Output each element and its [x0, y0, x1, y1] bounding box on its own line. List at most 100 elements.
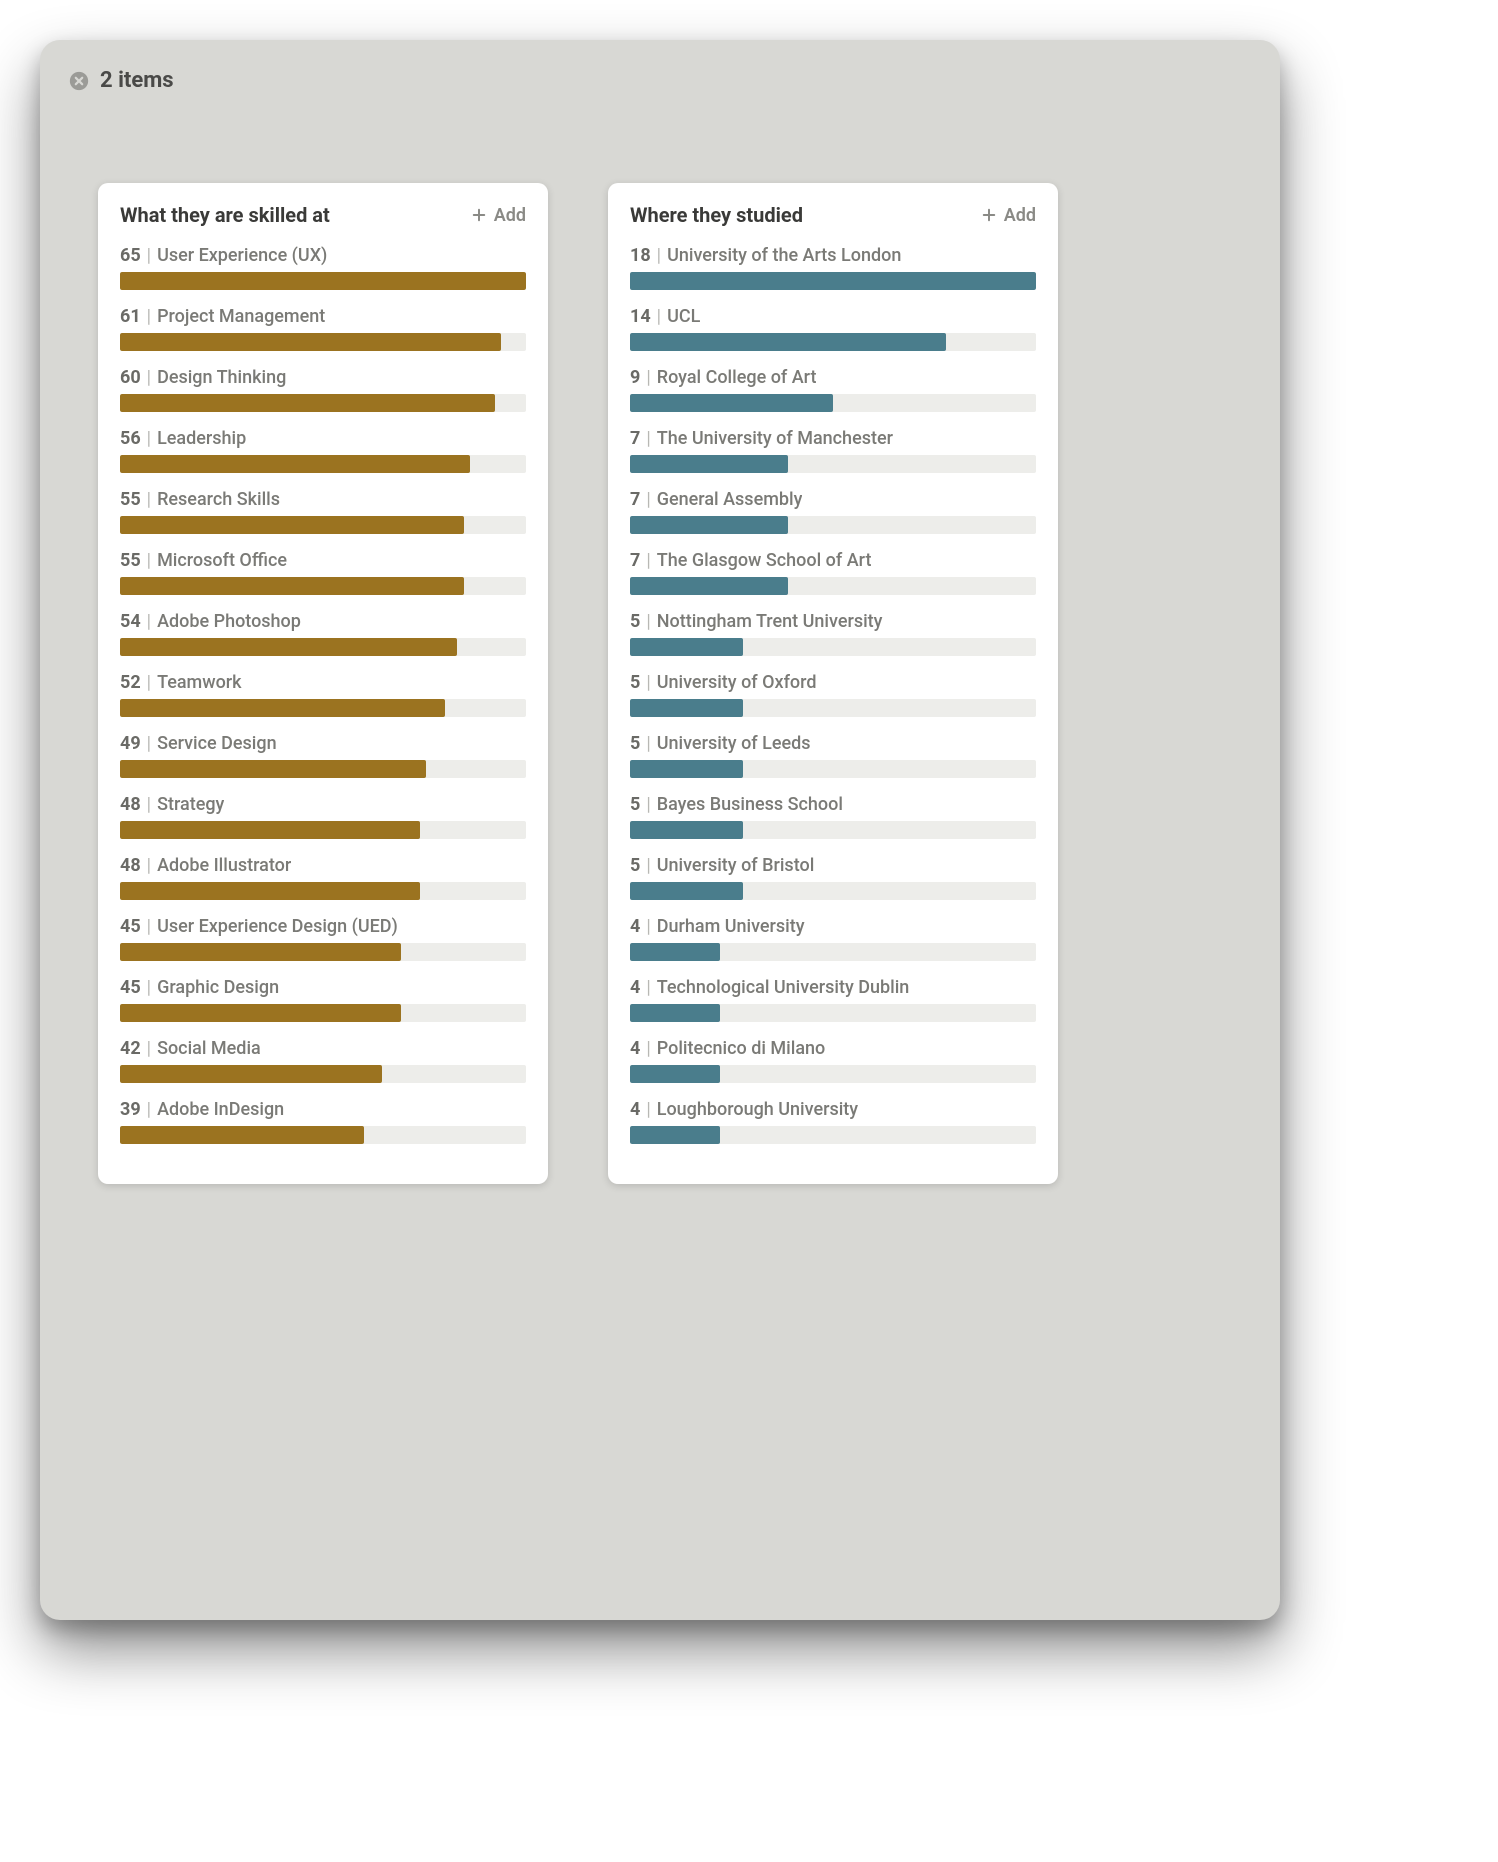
bar-item[interactable]: 9|Royal College of Art — [630, 367, 1036, 412]
bar-label: The University of Manchester — [657, 428, 893, 449]
bar-item[interactable]: 45|Graphic Design — [120, 977, 526, 1022]
bar-track — [120, 943, 526, 961]
bar-separator: | — [646, 977, 650, 998]
bar-fill — [630, 699, 743, 717]
bar-item[interactable]: 60|Design Thinking — [120, 367, 526, 412]
bar-item[interactable]: 5|University of Oxford — [630, 672, 1036, 717]
bar-fill — [630, 1126, 720, 1144]
bar-label: Microsoft Office — [157, 550, 287, 571]
bar-item[interactable]: 55|Research Skills — [120, 489, 526, 534]
bar-label: University of Oxford — [657, 672, 817, 693]
bar-value: 18 — [630, 245, 651, 266]
bar-label: Service Design — [157, 733, 277, 754]
bar-value: 4 — [630, 1038, 640, 1059]
bar-value: 7 — [630, 550, 640, 571]
bar-item[interactable]: 4 | Politecnico di Milano — [630, 1038, 1036, 1083]
add-button[interactable]: Add — [980, 205, 1036, 226]
bar-label: Adobe Photoshop — [157, 611, 301, 632]
bar-item[interactable]: 52|Teamwork — [120, 672, 526, 717]
bar-track — [120, 1126, 526, 1144]
plus-icon — [980, 206, 998, 224]
bar-track — [120, 333, 526, 351]
bar-item[interactable]: 45|User Experience Design (UED) — [120, 916, 526, 961]
bar-separator: | — [147, 916, 151, 937]
bar-item[interactable]: 55|Microsoft Office — [120, 550, 526, 595]
bar-value: 65 — [120, 245, 141, 266]
bar-value: 45 — [120, 977, 141, 998]
bar-value: 45 — [120, 916, 141, 937]
bar-fill — [120, 577, 464, 595]
bar-label: Durham University — [657, 916, 805, 937]
bar-track — [630, 760, 1036, 778]
bar-label: Politecnico di Milano — [657, 1038, 826, 1059]
bar-label: Bayes Business School — [657, 794, 843, 815]
bar-label-row: 48|Adobe Illustrator — [120, 855, 526, 876]
bar-value: 55 — [120, 550, 141, 571]
bar-value: 5 — [630, 794, 640, 815]
cards-row: What they are skilled atAdd65|User Exper… — [68, 183, 1252, 1184]
bar-value: 56 — [120, 428, 141, 449]
bar-separator: | — [646, 672, 650, 693]
bar-separator: | — [646, 1038, 650, 1059]
add-button[interactable]: Add — [470, 205, 526, 226]
panel: 2 items What they are skilled atAdd65|Us… — [40, 40, 1280, 1620]
card-header: Where they studied Add — [630, 203, 1036, 227]
bar-label: UCL — [667, 306, 700, 327]
bar-value: 60 — [120, 367, 141, 388]
bar-fill — [120, 821, 420, 839]
card-title: Where they studied — [630, 203, 803, 227]
bar-item[interactable]: 4|Loughborough University — [630, 1099, 1036, 1144]
bar-label: Project Management — [157, 306, 325, 327]
bar-fill — [630, 638, 743, 656]
bar-value: 4 — [630, 1099, 640, 1120]
bar-item[interactable]: 48|Adobe Illustrator — [120, 855, 526, 900]
bar-value: 7 — [630, 489, 640, 510]
bar-separator: | — [147, 306, 151, 327]
bar-fill — [120, 1004, 401, 1022]
bar-item[interactable]: 61|Project Management — [120, 306, 526, 351]
bar-item[interactable]: 7|The University of Manchester — [630, 428, 1036, 473]
bar-separator: | — [147, 489, 151, 510]
bar-separator: | — [147, 428, 151, 449]
bar-item[interactable]: 4|Technological University Dublin — [630, 977, 1036, 1022]
bar-track — [120, 699, 526, 717]
bar-track — [120, 516, 526, 534]
bar-item[interactable]: 48|Strategy — [120, 794, 526, 839]
bar-label: The Glasgow School of Art — [657, 550, 872, 571]
bar-item[interactable]: 14|UCL — [630, 306, 1036, 351]
bar-item[interactable]: 5|Bayes Business School — [630, 794, 1036, 839]
bar-separator: | — [646, 916, 650, 937]
bar-label-row: 60|Design Thinking — [120, 367, 526, 388]
bar-fill — [120, 272, 526, 290]
bar-item[interactable]: 7|The Glasgow School of Art — [630, 550, 1036, 595]
bar-fill — [120, 882, 420, 900]
bar-label-row: 54|Adobe Photoshop — [120, 611, 526, 632]
bar-item[interactable]: 18|University of the Arts London — [630, 245, 1036, 290]
bar-fill — [120, 455, 470, 473]
bar-label: Adobe InDesign — [157, 1099, 284, 1120]
bar-item[interactable]: 65|User Experience (UX) — [120, 245, 526, 290]
bar-track — [120, 394, 526, 412]
bar-item[interactable]: 42|Social Media — [120, 1038, 526, 1083]
bar-item[interactable]: 5|University of Leeds — [630, 733, 1036, 778]
bar-label-row: 42|Social Media — [120, 1038, 526, 1059]
bar-fill — [630, 943, 720, 961]
bar-item[interactable]: 49|Service Design — [120, 733, 526, 778]
bar-label: Social Media — [157, 1038, 261, 1059]
bar-track — [120, 638, 526, 656]
bar-value: 9 — [630, 367, 640, 388]
bar-separator: | — [147, 794, 151, 815]
bar-item[interactable]: 5|Nottingham Trent University — [630, 611, 1036, 656]
add-button-label: Add — [494, 205, 526, 226]
close-icon[interactable] — [68, 70, 90, 92]
bar-label: Royal College of Art — [657, 367, 817, 388]
bar-track — [630, 1004, 1036, 1022]
bar-separator: | — [646, 611, 650, 632]
bar-item[interactable]: 54|Adobe Photoshop — [120, 611, 526, 656]
bar-item[interactable]: 4|Durham University — [630, 916, 1036, 961]
bar-track — [120, 272, 526, 290]
bar-item[interactable]: 39|Adobe InDesign — [120, 1099, 526, 1144]
bar-item[interactable]: 5|University of Bristol — [630, 855, 1036, 900]
bar-item[interactable]: 7|General Assembly — [630, 489, 1036, 534]
bar-item[interactable]: 56|Leadership — [120, 428, 526, 473]
